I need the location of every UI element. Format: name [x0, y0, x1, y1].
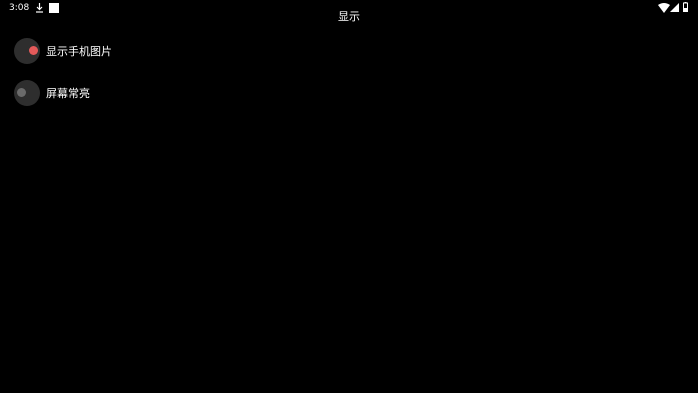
setting-show-phone-images[interactable]: 显示手机图片	[14, 38, 314, 64]
toggle-switch[interactable]	[14, 38, 40, 64]
toggle-off-indicator	[17, 88, 26, 97]
setting-label: 屏幕常亮	[46, 87, 90, 100]
toggle-switch[interactable]	[14, 80, 40, 106]
setting-label: 显示手机图片	[46, 45, 112, 58]
setting-keep-screen-on[interactable]: 屏幕常亮	[14, 80, 314, 106]
toggle-on-indicator	[29, 46, 38, 55]
page-title: 显示	[338, 10, 360, 22]
